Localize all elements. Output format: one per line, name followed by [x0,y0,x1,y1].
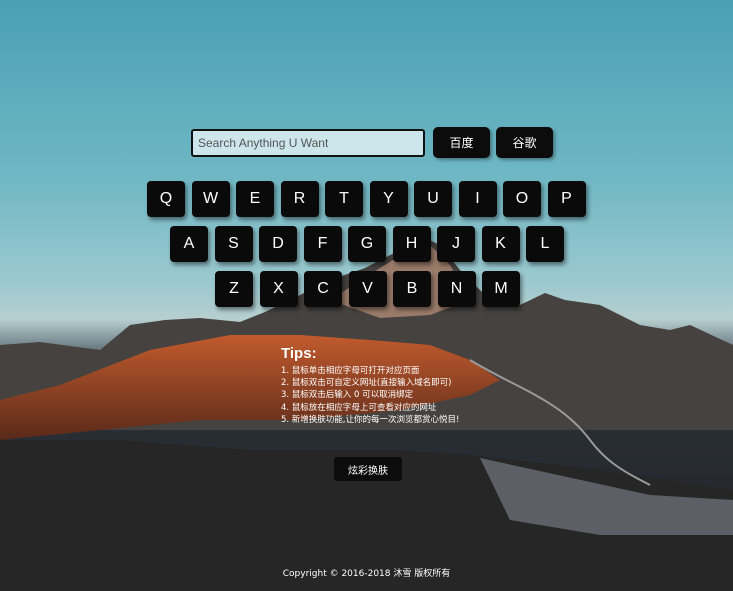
key-p[interactable]: P [547,181,586,217]
search-input[interactable] [191,128,425,157]
tip-item: 5. 新增换肤功能,让你的每一次浏览都赏心悦目! [281,414,460,425]
key-i[interactable]: I [458,181,497,217]
key-b[interactable]: B [393,271,431,307]
tip-item: 3. 鼠标双击后输入 0 可以取消绑定 [281,390,414,401]
key-l[interactable]: L [526,226,564,262]
tips-list: 1. 鼠标单击相应字母可打开对应页面 2. 鼠标双击可自定义网址(直接输入域名即… [281,365,501,426]
key-u[interactable]: U [414,181,452,217]
tip-item: 4. 鼠标放在相应字母上可查看对应的网址 [281,402,437,413]
tips-title: Tips: [281,345,317,362]
key-f[interactable]: F [303,226,342,262]
key-w[interactable]: W [191,181,230,217]
key-o[interactable]: O [503,181,541,217]
key-q[interactable]: Q [147,181,185,217]
key-k[interactable]: K [481,226,520,262]
key-e[interactable]: E [236,181,274,217]
search-bar: 百度 谷歌 [191,127,553,158]
key-d[interactable]: D [259,226,297,262]
key-m[interactable]: M [482,271,520,307]
keyboard-row-2: A S D F G H J K L [170,226,571,262]
key-s[interactable]: S [214,226,253,262]
key-h[interactable]: H [392,226,431,262]
keyboard-row-1: Q W E R T Y U I O P [147,181,592,217]
baidu-search-button[interactable]: 百度 [433,127,490,158]
key-z[interactable]: Z [215,271,253,307]
key-a[interactable]: A [170,226,208,262]
change-skin-button[interactable]: 炫彩换肤 [334,457,402,481]
key-v[interactable]: V [348,271,387,307]
key-c[interactable]: C [304,271,342,307]
key-g[interactable]: G [348,226,386,262]
key-t[interactable]: T [325,181,363,217]
key-x[interactable]: X [259,271,298,307]
key-j[interactable]: J [437,226,475,262]
google-search-button[interactable]: 谷歌 [496,127,553,158]
keyboard-row-3: Z X C V B N M [215,271,527,307]
tips-panel: Tips: 1. 鼠标单击相应字母可打开对应页面 2. 鼠标双击可自定义网址(直… [281,345,501,426]
key-n[interactable]: N [437,271,476,307]
tip-item: 2. 鼠标双击可自定义网址(直接输入域名即可) [281,378,452,389]
footer-copyright: Copyright © 2016-2018 沐雪 版权所有 [282,569,451,579]
tip-item: 1. 鼠标单击相应字母可打开对应页面 [281,366,420,376]
key-y[interactable]: Y [369,181,408,217]
key-r[interactable]: R [280,181,319,217]
